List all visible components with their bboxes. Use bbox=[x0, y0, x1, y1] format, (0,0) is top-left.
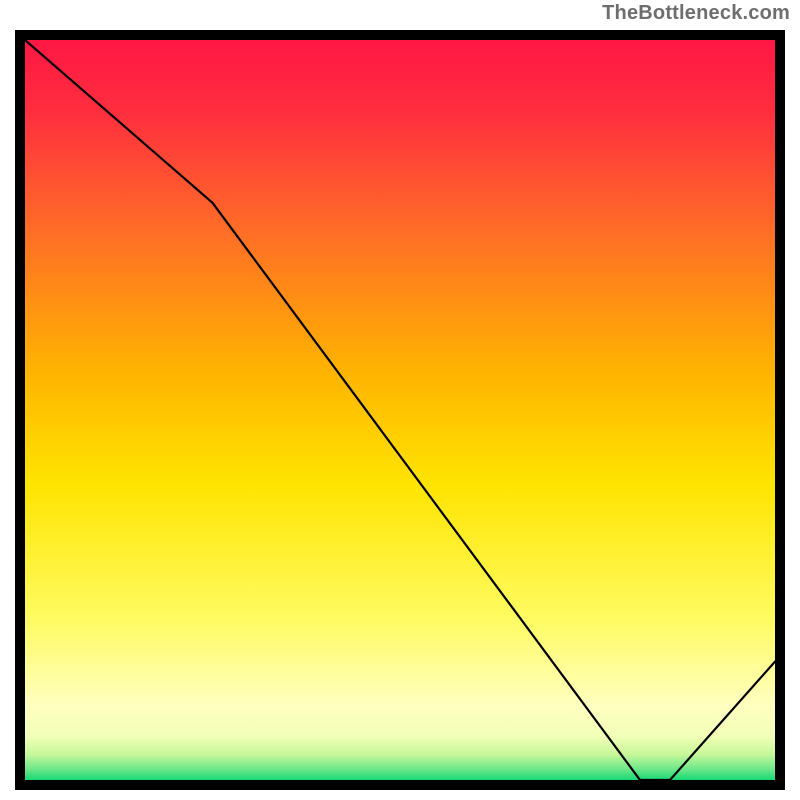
chart-frame bbox=[15, 30, 785, 790]
watermark-text: TheBottleneck.com bbox=[602, 2, 790, 25]
chart-stage: TheBottleneck.com bbox=[0, 0, 800, 800]
chart-svg bbox=[25, 40, 775, 780]
chart-plot-area bbox=[25, 40, 775, 780]
chart-background-gradient bbox=[25, 40, 775, 780]
